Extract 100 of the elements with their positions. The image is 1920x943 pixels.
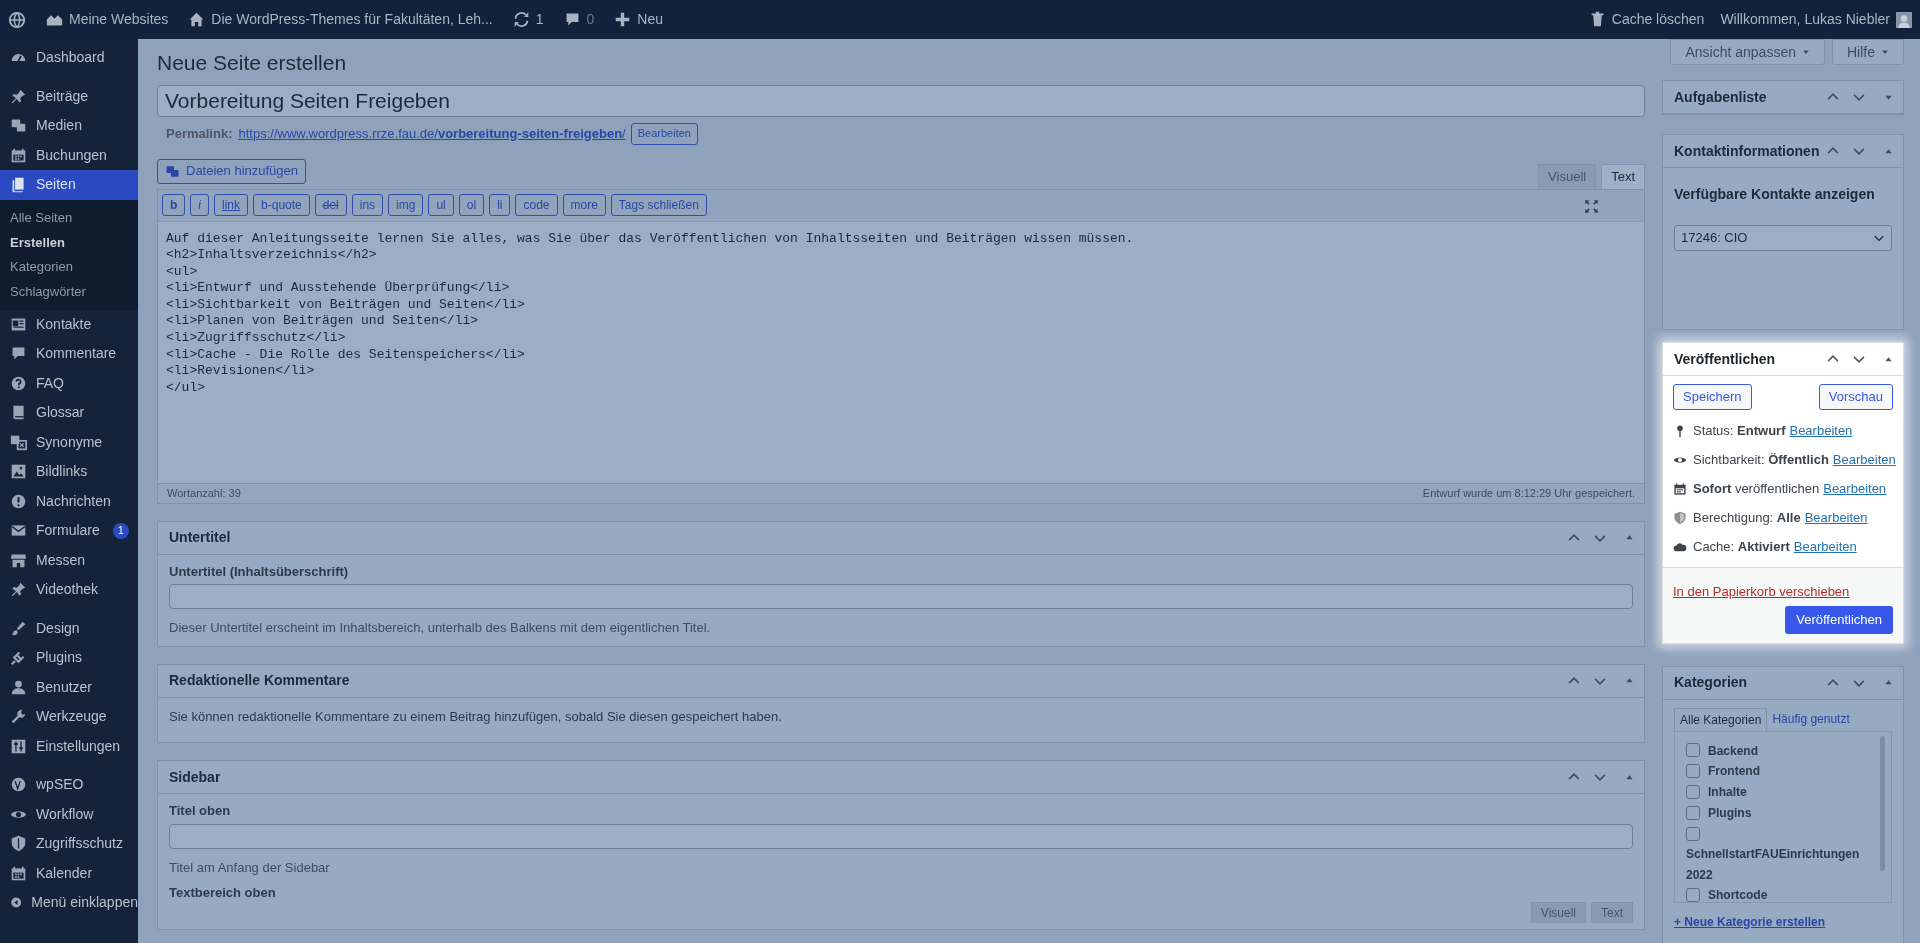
plug-icon [10,649,27,667]
sidebar-item[interactable]: Glossar [0,398,138,428]
cache-link[interactable]: Cache löschen [1588,9,1705,30]
sidebar-item[interactable]: Formulare 1 [0,516,138,546]
sidebar-item[interactable]: Design [0,613,138,643]
category-label: Inhalte [1708,785,1747,799]
new-link[interactable]: Neu [614,9,664,30]
account-menu[interactable]: Willkommen, Lukas Niebler [1720,9,1912,30]
scrollbar-thumb[interactable] [1880,735,1885,871]
sidebar-item[interactable]: Kommentare [0,339,138,369]
sidebar-item[interactable]: Messen [0,545,138,575]
submenu-item[interactable]: Schlagwörter [0,279,138,304]
quicktag-button[interactable]: ol [458,194,485,216]
checkbox[interactable] [1686,764,1700,779]
quicktag-button[interactable]: Tags schließen [610,194,707,216]
quicktag-button[interactable]: li [489,194,511,216]
quicktag-button[interactable]: more [562,194,606,216]
sidebar-item[interactable]: Kontakte [0,309,138,339]
sidebar-item[interactable]: Workflow [0,799,138,829]
sidebar-item[interactable]: wpSEO [0,770,138,800]
category-tab[interactable]: Häufig genutzt [1767,707,1855,731]
checkbox[interactable] [1686,826,1700,841]
field-label: Textbereich oben [169,884,277,902]
calendar-icon [10,864,27,882]
photos-icon [165,163,180,179]
add-media-button[interactable]: Dateien hinzufügen [157,158,307,184]
globe-icon[interactable] [8,10,26,29]
sidebar-item[interactable]: Kalender [0,858,138,888]
save-button[interactable]: Speichern [1673,384,1752,410]
screen-options-button[interactable]: Hilfe [1832,39,1904,65]
quicktag-button[interactable]: ins [351,194,384,216]
sidebar-item[interactable]: Seiten [0,170,138,200]
sidebar-item[interactable]: Menü einklappen [0,888,138,918]
field-label: Verfügbare Kontakte anzeigen [1674,185,1876,204]
input-field[interactable] [169,823,1633,849]
fullscreen-icon[interactable] [1584,198,1599,214]
sidebar-item[interactable]: Zugriffsschutz [0,829,138,859]
checkbox[interactable] [1686,888,1700,902]
caret-up-icon[interactable] [1884,146,1893,156]
comments-link[interactable]: 0 [563,9,595,30]
sidebar-item[interactable]: Synonyme [0,427,138,457]
quicktag-button[interactable]: link [214,194,249,216]
caret-up-icon[interactable] [1884,678,1893,687]
editor-tab[interactable]: Text [1601,163,1645,189]
sidebar-item[interactable]: Dashboard [0,43,138,73]
edit-link[interactable]: Bearbeiten [1804,507,1868,528]
category-label: Plugins [1708,805,1752,820]
checkbox[interactable] [1686,805,1700,820]
publish-button[interactable]: Veröffentlichen [1785,605,1893,634]
submenu-item[interactable]: Erstellen [0,230,138,255]
sidebar-item[interactable]: Videothek [0,575,138,605]
edit-link[interactable]: Bearbeiten [1793,536,1857,557]
site-menu[interactable]: Meine Websites [46,9,169,30]
panel-title: Sidebar [169,767,221,787]
edit-link[interactable]: Bearbeiten [1823,478,1887,499]
sidebar-item[interactable]: Plugins [0,643,138,673]
contact-select[interactable]: 17246: CIO [1674,225,1892,251]
sidebar-item[interactable]: Buchungen [0,140,138,170]
edit-link[interactable]: Bearbeiten [1789,420,1853,441]
count-badge: 1 [112,522,129,539]
quicktag-button[interactable]: ul [428,194,454,216]
input-field[interactable] [169,584,1633,609]
status-text: Sofort veröffentlichen [1693,479,1820,498]
sidebar-item[interactable]: FAQ [0,368,138,398]
checkbox[interactable] [1686,785,1700,799]
sidebar-item[interactable]: Einstellungen [0,731,138,761]
submenu-item[interactable]: Alle Seiten [0,205,138,230]
updates-link[interactable]: 1 [512,9,544,30]
category-tab[interactable]: Alle Kategorien [1674,707,1768,731]
submenu-item[interactable]: Kategorien [0,254,138,279]
title-field[interactable]: Vorbereitung Seiten Freigeben [157,84,1645,117]
page-icon [10,176,27,194]
sidebar-item[interactable]: Werkzeuge [0,702,138,732]
panel-title: Kategorien [1674,673,1748,692]
preview-button[interactable]: Vorschau [1818,384,1893,410]
screen-options-button[interactable]: Ansicht anpassen [1670,39,1825,65]
sidebar-item[interactable]: Medien [0,111,138,141]
caret-up-icon[interactable] [1625,533,1634,542]
caret-up-icon[interactable] [1625,676,1634,685]
sidebar-item[interactable]: Beiträge [0,81,138,111]
quicktag-button[interactable]: b [162,194,186,216]
quicktag-button[interactable]: img [388,194,424,216]
edit-button[interactable]: Bearbeiten [630,122,698,145]
edit-link[interactable]: Bearbeiten [1832,449,1896,470]
sidebar-item[interactable]: Bildlinks [0,457,138,487]
quicktag-button[interactable]: del [314,194,347,216]
quicktag-button[interactable]: code [515,194,558,216]
caret-up-icon[interactable] [1625,772,1634,782]
translate-icon [10,433,27,451]
panel-title: Redaktionelle Kommentare [169,671,350,690]
caret-up-icon[interactable] [1884,354,1893,364]
quicktag-button[interactable]: b-quote [253,194,310,216]
site-name-link[interactable]: Die WordPress-Themes für Fakultäten, Leh... [188,9,493,30]
permalink-link[interactable]: https://www.wordpress.rrze.fau.de/vorbereitung-seiten-freigeben/ [238,123,626,144]
checkbox[interactable] [1686,743,1700,758]
sidebar-item[interactable]: Benutzer [0,672,138,702]
sidebar-item[interactable]: Nachrichten [0,486,138,516]
add-category-link[interactable]: + Neue Kategorie erstellen [1674,912,1892,931]
quicktag-button[interactable]: i [190,194,209,216]
trash-link[interactable]: In den Papierkorb verschieben [1673,582,1893,602]
